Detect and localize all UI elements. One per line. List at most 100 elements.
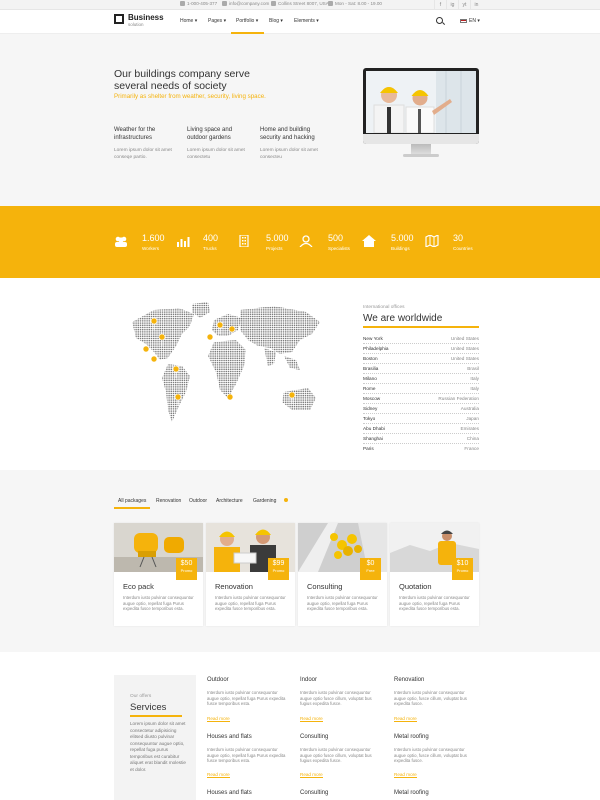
chart-icon (177, 237, 190, 247)
office-row: Rome Italy (363, 384, 479, 394)
stat-value: 1.600 (142, 233, 165, 243)
stat-label: Specialists (328, 246, 350, 251)
stat-label: Projects (266, 246, 283, 251)
monitor-image (363, 68, 479, 144)
read-more-link[interactable]: Read more (394, 716, 417, 722)
office-row: Abu Dhabi Emirates (363, 424, 479, 434)
service-title: Indoor (300, 677, 318, 683)
price-badge: $10 Promo (452, 558, 473, 580)
package-card-renovation[interactable]: $99 Promo Renovation Interdum iusto pulvi… (206, 523, 295, 626)
stats-band: 1.600 Workers 400 Trucks 5.000 Projects … (0, 206, 600, 278)
hero-section (0, 34, 600, 206)
nav-item-elements[interactable]: Elements ▾ (294, 18, 319, 24)
service-title: Houses and flats (207, 790, 252, 796)
search-icon[interactable] (436, 17, 443, 24)
tab-outdoor[interactable]: Outdoor (189, 498, 207, 504)
services-description: Lorem ipsum dolor sit amet consectetur a… (130, 721, 186, 772)
offices-underline (363, 326, 479, 328)
nav-item-home[interactable]: Home ▾ (180, 18, 197, 24)
house-icon (362, 235, 376, 247)
card-text: Interdum iusto pulvinar consequuntur aug… (215, 595, 286, 612)
office-row: Sidney Australia (363, 404, 479, 414)
feature-title: Weather for the infrastructures (114, 127, 156, 141)
service-text: Interdum iusto pulvinar consequuntur aug… (300, 690, 372, 707)
mail-icon (222, 1, 227, 7)
linkedin-icon[interactable]: in (470, 0, 482, 10)
service-title: Renovation (394, 677, 425, 683)
nav-item-pages[interactable]: Pages ▾ (208, 18, 226, 24)
instagram-icon[interactable]: ig (446, 0, 458, 10)
world-map (132, 302, 320, 422)
service-text: Interdum iusto pulvinar consequuntur aug… (394, 690, 467, 707)
logo-icon[interactable] (114, 14, 124, 24)
feature-title: Living space and outdoor gardens (187, 127, 233, 141)
package-card-quotation[interactable]: $10 Promo Quotation Interdum iusto pulvin… (390, 523, 479, 626)
package-card-eco[interactable]: $50 Promo Eco pack Interdum iusto pulvina… (114, 523, 203, 626)
nav-item-portfolio[interactable]: Portfolio ▾ (236, 18, 258, 24)
location-icon (271, 1, 276, 7)
nav-item-blog[interactable]: Blog ▾ (269, 18, 283, 24)
stat-value: 5.000 (391, 233, 414, 243)
monitor-chin (363, 134, 479, 144)
hours-info: Mon - Sat: 8.00 - 19.00 (328, 1, 382, 7)
logo-tagline: solution (128, 22, 144, 27)
service-title: Metal roofing (394, 734, 429, 740)
offices-title: We are worldwide (363, 313, 443, 324)
offices-kicker: International offices (363, 305, 405, 310)
read-more-link[interactable]: Read more (207, 716, 230, 722)
engineers-photo (366, 71, 476, 133)
office-row: Philadelphia United States (363, 344, 479, 354)
flag-icon[interactable] (460, 19, 467, 23)
tab-renovation[interactable]: Renovation (156, 498, 181, 504)
read-more-link[interactable]: Read more (300, 772, 323, 778)
tab-all-packages[interactable]: All packages (118, 498, 146, 504)
read-more-link[interactable]: Read more (207, 772, 230, 778)
phone-info: 1-000-405-377 (180, 1, 217, 7)
card-title: Consulting (307, 582, 343, 591)
card-text: Interdum iusto pulvinar consequuntur aug… (307, 595, 378, 612)
map-icon (425, 235, 439, 247)
clock-icon (328, 1, 333, 7)
office-row: Moscow Russian Federation (363, 394, 479, 404)
stat-label: Trucks (203, 246, 217, 251)
address-info: Collins Street 8007, USA (271, 1, 329, 7)
service-title: Outdoor (207, 677, 229, 683)
card-text: Interdum iusto pulvinar consequuntur aug… (123, 595, 194, 612)
tab-gardening[interactable]: Gardening (253, 498, 276, 504)
email-info[interactable]: info@company.com (222, 1, 269, 7)
office-row: Tokyo Japan (363, 414, 479, 424)
feature-title: Home and building security and hacking (260, 127, 315, 141)
facebook-icon[interactable]: f (434, 0, 446, 10)
tab-architecture[interactable]: Architecture (216, 498, 243, 504)
service-title: Consulting (300, 734, 329, 740)
language-selector[interactable]: EN ▾ (469, 18, 480, 24)
more-tabs-dot[interactable] (284, 498, 288, 502)
workers-icon (115, 236, 127, 247)
office-row: Brasilia Brasil (363, 364, 479, 374)
logo-name[interactable]: Business (128, 13, 164, 22)
read-more-link[interactable]: Read more (300, 716, 323, 722)
office-row: New York United States (363, 334, 479, 344)
service-title: Consulting (300, 790, 329, 796)
hero-title: Our buildings company serve several need… (114, 68, 250, 92)
office-row: Boston United States (363, 354, 479, 364)
stat-value: 30 (453, 233, 464, 243)
service-text: Interdum iusto pulvinar consequuntur aug… (207, 690, 286, 707)
service-text: Interdum iusto pulvinar consequuntur aug… (394, 747, 467, 764)
card-title: Renovation (215, 582, 253, 591)
feature-text: Lorem ipsum dolor sit amet consecteu (260, 148, 318, 160)
package-card-consulting[interactable]: $0 Free Consulting Interdum iusto pulvina… (298, 523, 387, 626)
office-row: Milano Italy (363, 374, 479, 384)
office-row: Shanghai China (363, 434, 479, 444)
service-text: Interdum iusto pulvinar consequuntur aug… (207, 747, 286, 764)
phone-icon (180, 1, 185, 7)
card-text: Interdum iusto pulvinar consequuntur aug… (399, 595, 470, 612)
office-row: Paris France (363, 446, 479, 451)
card-title: Eco pack (123, 582, 154, 591)
service-text: Interdum iusto pulvinar consequuntur aug… (300, 747, 372, 764)
specialist-icon (299, 235, 313, 247)
stat-label: Countries (453, 246, 473, 251)
feature-text: Lorem ipsum dolor sit amet consectetu (187, 148, 245, 160)
read-more-link[interactable]: Read more (394, 772, 417, 778)
youtube-icon[interactable]: yt (458, 0, 470, 10)
